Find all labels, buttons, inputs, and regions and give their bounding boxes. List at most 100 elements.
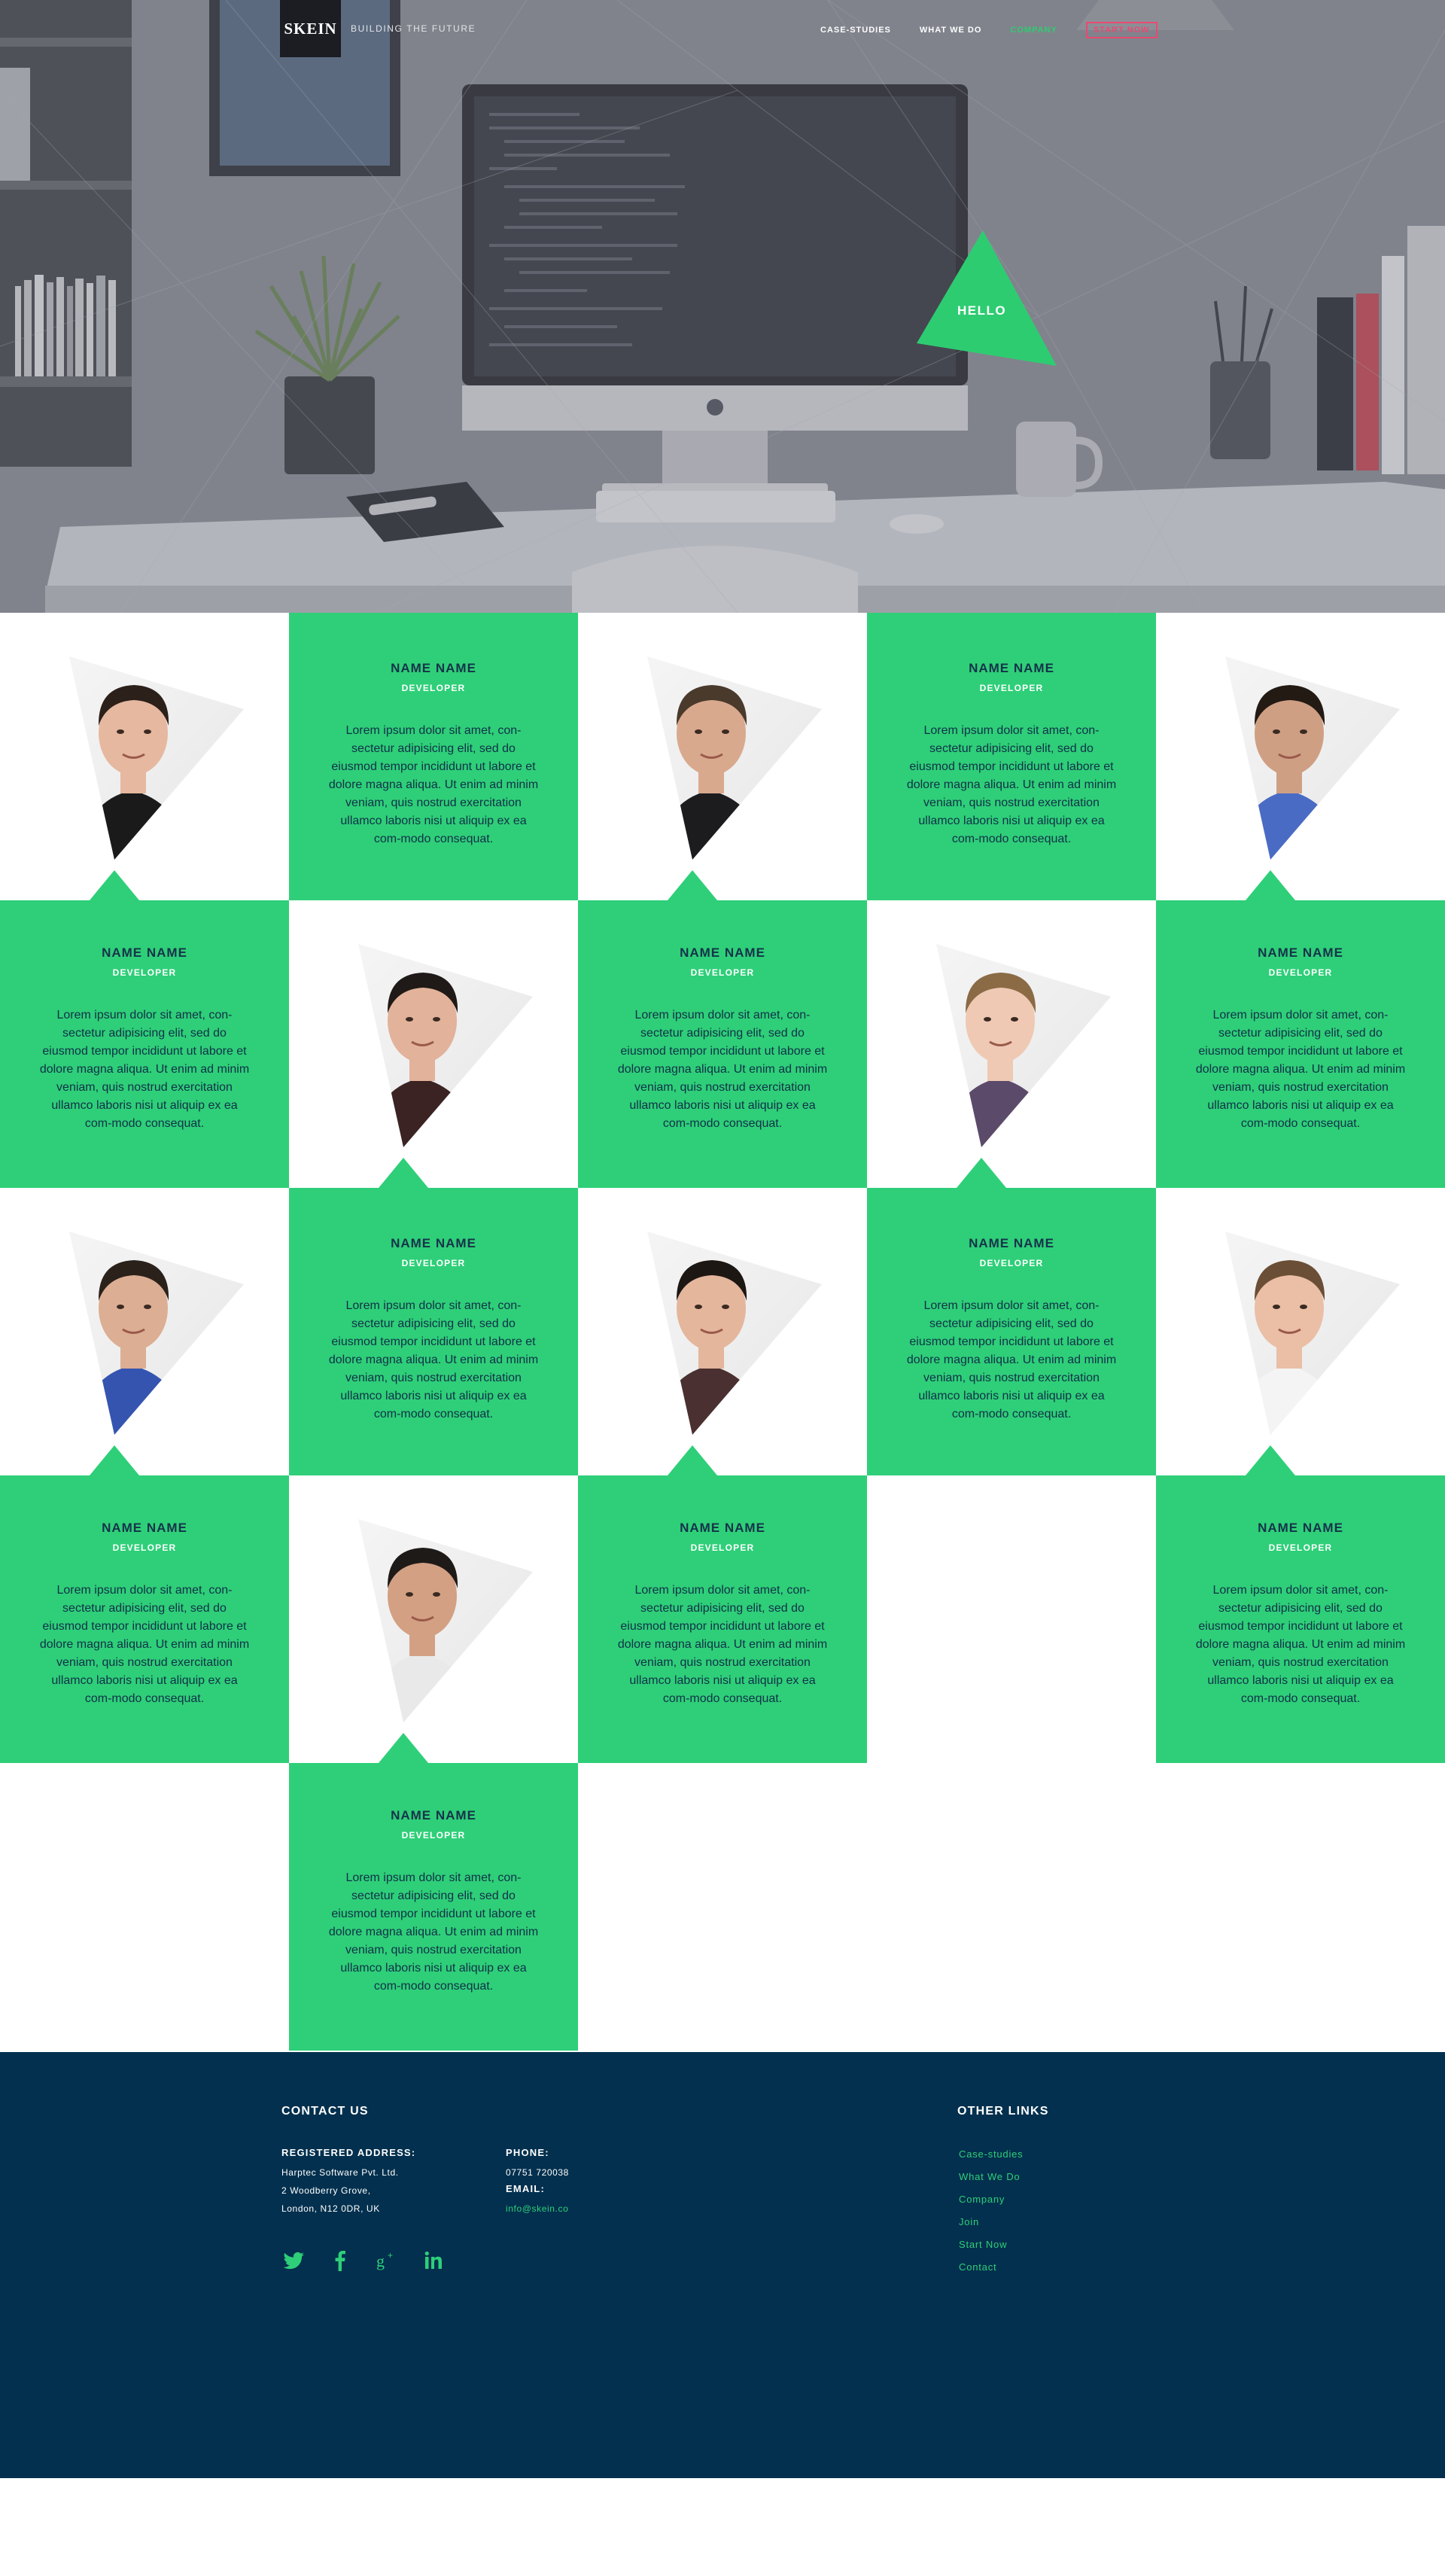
member-info: NAME NAME DEVELOPER Lorem ipsum dolor sit … xyxy=(289,661,578,848)
member-role: DEVELOPER xyxy=(1268,1542,1333,1553)
member-info: NAME NAME DEVELOPER Lorem ipsum dolor sit … xyxy=(289,1236,578,1423)
member-name: NAME NAME xyxy=(102,945,187,960)
team-member-card: NAME NAME DEVELOPER Lorem ipsum dolor sit … xyxy=(867,613,1156,900)
member-bio: Lorem ipsum dolor sit amet, con-sectetur… xyxy=(1195,1584,1406,1705)
google-plus-icon[interactable]: g + xyxy=(375,2249,399,2273)
team-member-card: NAME NAME DEVELOPER Lorem ipsum dolor sit … xyxy=(867,1188,1156,1475)
phone-number: 07751 720038 xyxy=(506,2167,569,2178)
portrait-triangle xyxy=(358,1519,533,1722)
member-bio: Lorem ipsum dolor sit amet, con-sectetur… xyxy=(906,724,1117,845)
email-label: EMAIL: xyxy=(506,2183,545,2194)
member-role: DEVELOPER xyxy=(401,1258,466,1268)
member-info: NAME NAME DEVELOPER Lorem ipsum dolor sit … xyxy=(0,945,289,1133)
other-links-list: Case-studies What We Do Company Join Sta… xyxy=(959,2148,1023,2284)
portrait-triangle xyxy=(69,656,244,860)
member-bio: Lorem ipsum dolor sit amet, con-sectetur… xyxy=(328,724,539,845)
nav-case-studies[interactable]: CASE-STUDIES xyxy=(820,26,891,35)
hero-office-image xyxy=(0,0,1445,613)
team-member-card: NAME NAME DEVELOPER Lorem ipsum dolor sit … xyxy=(289,1763,578,2051)
nav-company[interactable]: COMPANY xyxy=(1010,26,1057,35)
twitter-icon[interactable] xyxy=(281,2249,306,2273)
member-name: NAME NAME xyxy=(1258,945,1343,960)
member-name: NAME NAME xyxy=(969,661,1054,675)
member-info: NAME NAME DEVELOPER Lorem ipsum dolor sit … xyxy=(289,1808,578,1996)
member-info: NAME NAME DEVELOPER Lorem ipsum dolor sit … xyxy=(867,1236,1156,1423)
member-role: DEVELOPER xyxy=(401,683,466,693)
team-member-card: NAME NAME DEVELOPER Lorem ipsum dolor sit … xyxy=(289,1188,578,1475)
card-pointer xyxy=(90,1445,139,1475)
portrait-triangle xyxy=(936,944,1111,1147)
portrait-triangle xyxy=(358,944,533,1147)
footer-link-case-studies[interactable]: Case-studies xyxy=(959,2148,1023,2171)
footer-link-company[interactable]: Company xyxy=(959,2194,1023,2216)
team-grid: NAME NAME DEVELOPER Lorem ipsum dolor sit … xyxy=(0,613,1445,2052)
member-role: DEVELOPER xyxy=(690,1542,755,1553)
member-bio: Lorem ipsum dolor sit amet, con-sectetur… xyxy=(328,1871,539,1993)
member-bio: Lorem ipsum dolor sit amet, con-sectetur… xyxy=(617,1009,828,1130)
member-name: NAME NAME xyxy=(102,1521,187,1535)
member-name: NAME NAME xyxy=(969,1236,1054,1250)
member-name: NAME NAME xyxy=(391,1808,476,1822)
portrait-triangle xyxy=(647,656,822,860)
member-name: NAME NAME xyxy=(680,945,765,960)
member-role: DEVELOPER xyxy=(112,1542,177,1553)
team-member-card: NAME NAME DEVELOPER Lorem ipsum dolor sit … xyxy=(578,900,867,1188)
team-photo xyxy=(0,613,289,900)
hero-section: SKEIN BUILDING THE FUTURE CASE-STUDIES W… xyxy=(0,0,1445,613)
team-photo xyxy=(578,1188,867,1475)
address-line: 2 Woodberry Grove, xyxy=(281,2185,371,2196)
member-name: NAME NAME xyxy=(391,1236,476,1250)
footer xyxy=(0,2052,1445,2478)
card-pointer xyxy=(668,870,717,900)
portrait-triangle xyxy=(1225,1232,1400,1435)
member-role: DEVELOPER xyxy=(979,1258,1044,1268)
nav-what-we-do[interactable]: WHAT WE DO xyxy=(920,26,982,35)
footer-link-what-we-do[interactable]: What We Do xyxy=(959,2171,1023,2194)
member-bio: Lorem ipsum dolor sit amet, con-sectetur… xyxy=(39,1009,250,1130)
portrait-triangle xyxy=(647,1232,822,1435)
footer-link-join[interactable]: Join xyxy=(959,2216,1023,2239)
member-info: NAME NAME DEVELOPER Lorem ipsum dolor sit … xyxy=(867,661,1156,848)
member-role: DEVELOPER xyxy=(1268,967,1333,978)
team-member-card: NAME NAME DEVELOPER Lorem ipsum dolor sit … xyxy=(289,613,578,900)
footer-link-contact[interactable]: Contact xyxy=(959,2261,1023,2284)
member-bio: Lorem ipsum dolor sit amet, con-sectetur… xyxy=(617,1584,828,1705)
member-bio: Lorem ipsum dolor sit amet, con-sectetur… xyxy=(39,1584,250,1705)
member-bio: Lorem ipsum dolor sit amet, con-sectetur… xyxy=(906,1299,1117,1420)
member-bio: Lorem ipsum dolor sit amet, con-sectetur… xyxy=(328,1299,539,1420)
address-line: Harptec Software Pvt. Ltd. xyxy=(281,2167,399,2178)
member-role: DEVELOPER xyxy=(112,967,177,978)
linkedin-icon[interactable] xyxy=(421,2249,446,2273)
start-now-button[interactable]: START NOW xyxy=(1085,22,1158,38)
team-member-card: NAME NAME DEVELOPER Lorem ipsum dolor sit … xyxy=(0,900,289,1188)
member-name: NAME NAME xyxy=(680,1521,765,1535)
social-links: g + xyxy=(281,2249,446,2273)
email-link[interactable]: info@skein.co xyxy=(506,2203,568,2214)
member-role: DEVELOPER xyxy=(690,967,755,978)
footer-link-start-now[interactable]: Start Now xyxy=(959,2239,1023,2261)
member-role: DEVELOPER xyxy=(401,1830,466,1841)
card-pointer xyxy=(957,1158,1006,1188)
card-pointer xyxy=(668,1445,717,1475)
card-pointer xyxy=(1246,1445,1295,1475)
facebook-icon[interactable] xyxy=(328,2249,352,2273)
phone-label: PHONE: xyxy=(506,2147,549,2158)
logo[interactable]: SKEIN xyxy=(280,0,341,57)
hello-label: HELLO xyxy=(957,303,1007,318)
team-photo xyxy=(578,613,867,900)
svg-text:+: + xyxy=(388,2250,393,2261)
address-line: London, N12 0DR, UK xyxy=(281,2203,380,2214)
svg-text:g: g xyxy=(376,2252,385,2270)
member-bio: Lorem ipsum dolor sit amet, con-sectetur… xyxy=(1195,1009,1406,1130)
card-pointer xyxy=(90,870,139,900)
card-pointer xyxy=(379,1158,428,1188)
card-pointer xyxy=(1246,870,1295,900)
team-member-card: NAME NAME DEVELOPER Lorem ipsum dolor sit … xyxy=(1156,900,1445,1188)
member-name: NAME NAME xyxy=(391,661,476,675)
member-info: NAME NAME DEVELOPER Lorem ipsum dolor sit … xyxy=(0,1521,289,1708)
contact-us-heading: CONTACT US xyxy=(281,2105,369,2118)
team-photo xyxy=(867,900,1156,1188)
tagline: BUILDING THE FUTURE xyxy=(351,23,476,34)
team-member-card: NAME NAME DEVELOPER Lorem ipsum dolor sit … xyxy=(0,1475,289,1763)
other-links-heading: OTHER LINKS xyxy=(957,2105,1049,2118)
